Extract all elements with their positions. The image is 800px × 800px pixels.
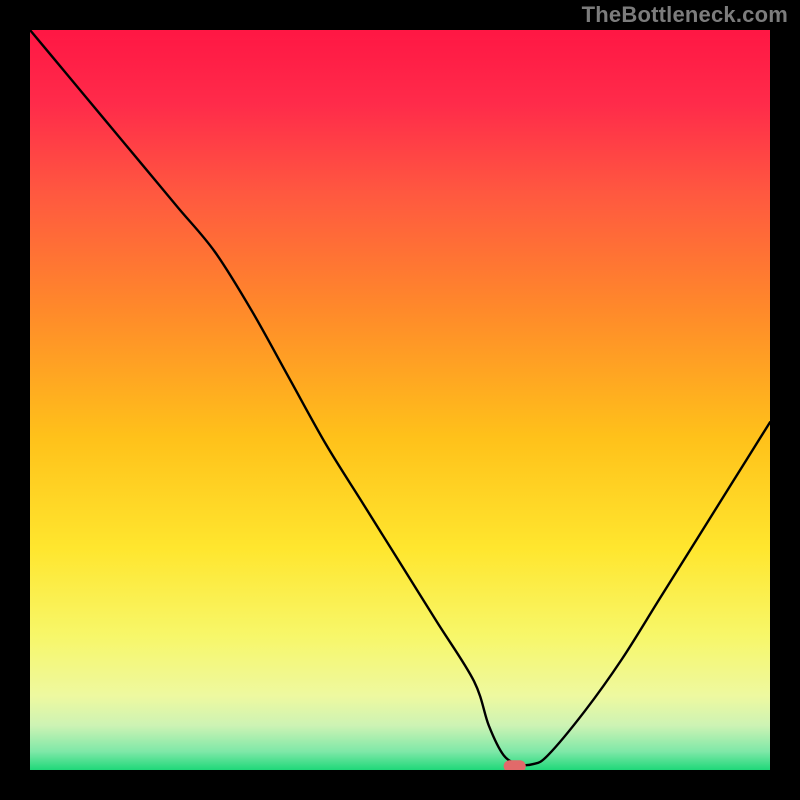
chart-frame: TheBottleneck.com bbox=[0, 0, 800, 800]
plot-background bbox=[30, 30, 770, 770]
optimum-marker bbox=[504, 760, 526, 770]
watermark-text: TheBottleneck.com bbox=[582, 2, 788, 28]
bottleneck-chart bbox=[30, 30, 770, 770]
